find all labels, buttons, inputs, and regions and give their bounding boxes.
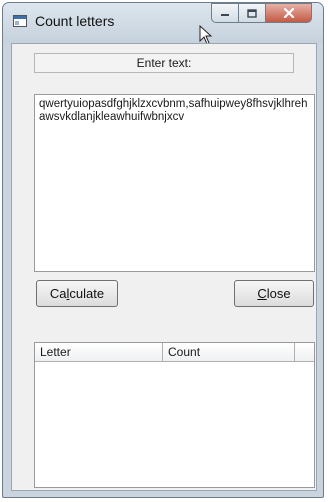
minimize-button[interactable] [211, 3, 239, 23]
close-window-button[interactable] [266, 3, 312, 23]
close-x-icon [283, 8, 294, 18]
calculate-label-post: culate [69, 286, 105, 301]
close-button[interactable]: Close [234, 280, 314, 307]
app-window: Count letters Enter text: qwertyuiopasdf… [2, 2, 324, 498]
column-header-count[interactable]: Count [163, 343, 295, 362]
letter-count-list[interactable]: Letter Count [34, 342, 315, 488]
window-title: Count letters [35, 13, 115, 29]
minimize-icon [221, 14, 229, 16]
column-header-letter[interactable]: Letter [35, 343, 163, 362]
form-client-area: Enter text: qwertyuiopasdfghjklzxcvbnm,s… [11, 43, 317, 491]
title-bar[interactable]: Count letters [3, 3, 323, 45]
calculate-label-pre: Ca [49, 286, 67, 301]
enter-text-label: Enter text: [34, 53, 294, 73]
input-text-box[interactable]: qwertyuiopasdfghjklzxcvbnm,safhuipwey8fh… [34, 94, 315, 272]
column-header-filler [295, 343, 314, 362]
close-label-post: lose [266, 286, 291, 301]
calculate-button[interactable]: Ca l culate [36, 280, 118, 307]
mouse-cursor-icon [199, 25, 213, 45]
caption-buttons [211, 3, 317, 25]
close-label-mnemonic: C [257, 286, 267, 301]
maximize-button[interactable] [239, 3, 266, 23]
list-header: Letter Count [35, 343, 314, 362]
maximize-icon [247, 8, 257, 18]
app-window-icon [13, 15, 27, 27]
